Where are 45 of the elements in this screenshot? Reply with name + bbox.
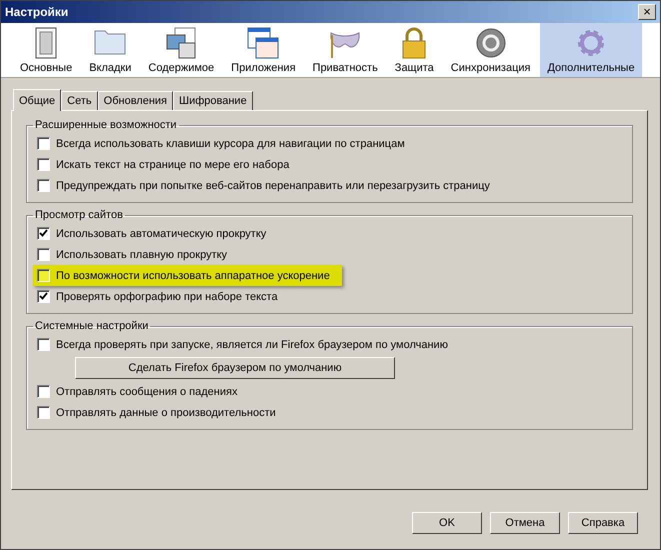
- checkbox[interactable]: [37, 137, 50, 150]
- calendar-window-icon: [247, 27, 280, 59]
- checkbox[interactable]: [37, 290, 50, 303]
- pane-button[interactable]: Приватность: [306, 23, 385, 77]
- checkbox-label[interactable]: По возможности использовать аппаратное ускорение: [56, 270, 330, 282]
- checkbox[interactable]: [37, 248, 50, 261]
- checkbox[interactable]: [37, 406, 50, 419]
- group-title: Системные настройки: [34, 320, 150, 332]
- checkbox-label[interactable]: Использовать автоматическую прокрутку: [56, 228, 266, 240]
- checkbox-label[interactable]: Проверять орфографию при наборе текста: [56, 290, 278, 302]
- dialog-button[interactable]: Отмена: [490, 512, 560, 534]
- tab[interactable]: Общие: [13, 89, 62, 111]
- checkbox-label[interactable]: Всегда использовать клавиши курсора для навигации по страницам: [56, 138, 405, 150]
- pane-button[interactable]: Синхронизация: [444, 23, 538, 77]
- pane-button[interactable]: Вкладки: [82, 23, 138, 77]
- tab[interactable]: Обновления: [98, 91, 173, 110]
- checkbox-label[interactable]: Всегда проверять при запуске, является ли Firefox браузером по умолчанию: [56, 338, 448, 350]
- checkbox[interactable]: [37, 227, 50, 240]
- checkbox[interactable]: [37, 338, 50, 351]
- pane-button[interactable]: Содержимое: [141, 23, 222, 77]
- checkbox-label[interactable]: Предупреждать при попытке веб-сайтов перенаправить или перезагрузить страницу: [56, 180, 490, 192]
- dialog-button[interactable]: OK: [412, 512, 482, 534]
- checkbox-label[interactable]: Искать текст на странице по мере его набора: [56, 158, 290, 170]
- checkbox-label[interactable]: Использовать плавную прокрутку: [56, 248, 228, 260]
- pane-button[interactable]: Дополнительные: [540, 23, 642, 77]
- pane-button[interactable]: Приложения: [224, 23, 303, 77]
- checkbox[interactable]: [37, 158, 50, 171]
- default-browser-button[interactable]: Сделать Firefox браузером по умолчанию: [75, 357, 395, 379]
- tab[interactable]: Сеть: [61, 91, 98, 110]
- window-title: Настройки: [5, 5, 68, 19]
- padlock-icon: [400, 27, 428, 59]
- checkbox-label[interactable]: Отправлять сообщения о падениях: [56, 386, 238, 398]
- close-button[interactable]: ×: [638, 4, 656, 20]
- switch-icon: [34, 27, 58, 59]
- group-title: Просмотр сайтов: [34, 209, 124, 221]
- group-title: Расширенные возможности: [34, 119, 178, 131]
- pane-button[interactable]: Основные: [13, 23, 80, 77]
- documents-icon: [165, 27, 198, 59]
- checkbox-label[interactable]: Отправлять данные о производительности: [56, 406, 276, 418]
- pane-button[interactable]: Защита: [388, 23, 441, 77]
- checkbox[interactable]: [37, 179, 50, 192]
- dialog-button[interactable]: Справка: [568, 512, 638, 534]
- checkbox[interactable]: [37, 269, 50, 282]
- checkbox[interactable]: [37, 385, 50, 398]
- tab[interactable]: Шифрование: [173, 91, 253, 110]
